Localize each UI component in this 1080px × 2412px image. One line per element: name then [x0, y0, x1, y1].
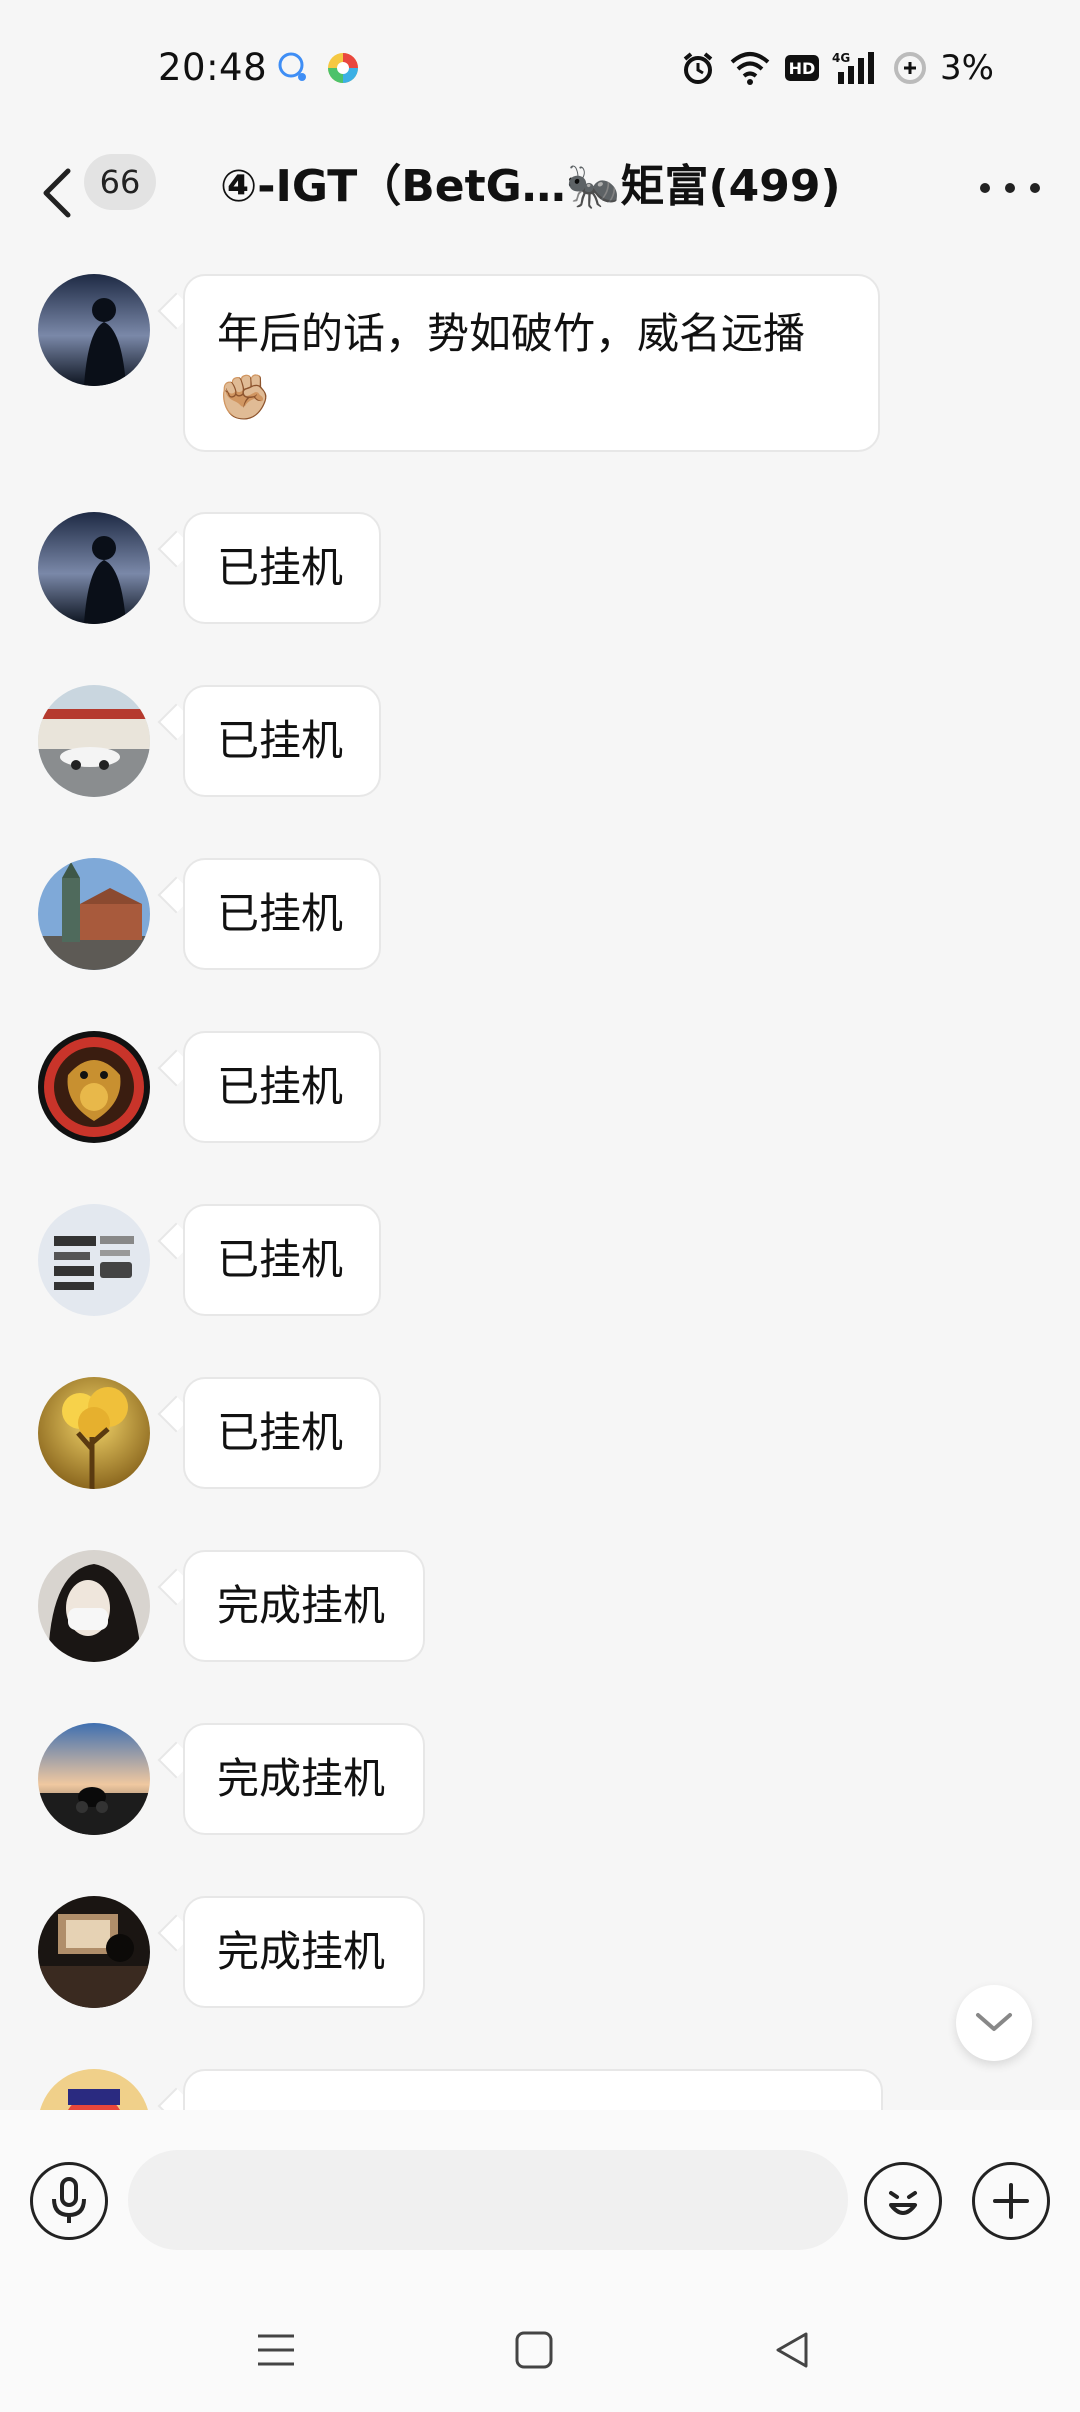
wifi-icon — [730, 52, 770, 85]
emoji-button[interactable] — [864, 2162, 942, 2240]
avatar[interactable] — [38, 2069, 150, 2110]
avatar[interactable] — [38, 1031, 150, 1143]
avatar[interactable] — [38, 1550, 150, 1662]
recent-apps-button[interactable] — [246, 2320, 306, 2380]
message-item: 已挂机 — [0, 492, 1080, 642]
menu-icon — [258, 2334, 294, 2366]
back-button[interactable] — [40, 158, 80, 228]
message-bubble[interactable]: 已挂机 — [183, 685, 381, 797]
avatar[interactable] — [38, 274, 150, 386]
svg-text:4G: 4G — [832, 51, 850, 65]
message-item: 已挂机 — [0, 1357, 1080, 1507]
alarm-icon — [683, 52, 713, 84]
message-input[interactable] — [128, 2150, 848, 2250]
chat-title[interactable]: ④-IGT（BetG…🐜矩富(499) — [220, 150, 860, 214]
avatar[interactable] — [38, 1723, 150, 1835]
triangle-back-icon — [776, 2332, 808, 2368]
avatar[interactable] — [38, 1377, 150, 1489]
status-time: 20:48 — [158, 46, 268, 89]
message-bubble[interactable]: 完成挂机 — [183, 1550, 425, 1662]
home-button[interactable] — [504, 2320, 564, 2380]
hd-icon: HD — [785, 55, 820, 81]
avatar[interactable] — [38, 512, 150, 624]
more-options-button[interactable] — [980, 168, 1040, 208]
svg-text:HD: HD — [789, 59, 816, 78]
voice-input-button[interactable] — [30, 2162, 108, 2240]
chevron-left-icon — [43, 168, 71, 218]
battery-icon — [894, 52, 927, 84]
message-item: 年后的话，势如破竹，威名远播 ✊🏼 — [0, 254, 1080, 474]
message-bubble[interactable]: 完成挂机 — [183, 1723, 425, 1835]
chat-header: 66 ④-IGT（BetG…🐜矩富(499) — [0, 138, 1080, 254]
message-bubble[interactable]: 完成挂机 — [183, 1896, 425, 2008]
message-bubble[interactable]: 已挂机 — [183, 1204, 381, 1316]
message-bubble[interactable]: 已挂机 — [183, 512, 381, 624]
battery-percent: 3% — [940, 48, 994, 88]
more-dot-icon — [1005, 183, 1015, 193]
chat-app-icon — [278, 52, 306, 81]
scroll-to-bottom-button[interactable] — [956, 1985, 1032, 2061]
chevron-down-icon — [976, 2013, 1012, 2031]
message-item: 已挂机 — [0, 838, 1080, 988]
status-right: HD 4G 3% — [680, 48, 994, 88]
message-item — [0, 2049, 1080, 2110]
message-item: 完成挂机 — [0, 1703, 1080, 1853]
unread-count-badge[interactable]: 66 — [84, 154, 156, 210]
microphone-icon — [52, 2177, 86, 2223]
message-item: 完成挂机 — [0, 1530, 1080, 1680]
more-dot-icon — [1030, 183, 1040, 193]
status-bar: 20:48 HD 4G 3% — [0, 0, 1080, 138]
avatar[interactable] — [38, 1204, 150, 1316]
message-item: 已挂机 — [0, 1011, 1080, 1161]
smiley-icon — [889, 2191, 917, 2215]
message-bubble[interactable]: 已挂机 — [183, 1377, 381, 1489]
message-bubble[interactable] — [183, 2069, 883, 2110]
back-nav-button[interactable] — [762, 2320, 822, 2380]
square-icon — [515, 2331, 553, 2369]
message-item: 已挂机 — [0, 1184, 1080, 1334]
system-nav-bar — [0, 2290, 1080, 2412]
more-dot-icon — [980, 183, 990, 193]
plus-icon — [993, 2183, 1029, 2219]
message-item: 完成挂机 — [0, 1876, 1080, 2026]
message-bubble[interactable]: 年后的话，势如破竹，威名远播 ✊🏼 — [183, 274, 880, 452]
avatar[interactable] — [38, 1896, 150, 2008]
message-item: 已挂机 — [0, 665, 1080, 815]
message-bubble[interactable]: 已挂机 — [183, 1031, 381, 1143]
input-bar — [0, 2110, 1080, 2290]
status-app-icons — [275, 50, 361, 86]
colorful-app-icon — [328, 53, 358, 83]
message-text: 年后的话，势如破竹，威名远播 — [217, 309, 806, 358]
raised-fist-emoji: ✊🏼 — [217, 372, 272, 423]
message-list[interactable]: 年后的话，势如破竹，威名远播 ✊🏼 已挂机 已挂机 已挂机 已挂机 已挂机 已挂… — [0, 254, 1080, 2110]
message-bubble[interactable]: 已挂机 — [183, 858, 381, 970]
avatar[interactable] — [38, 858, 150, 970]
4g-signal-icon: 4G — [832, 51, 875, 84]
avatar[interactable] — [38, 685, 150, 797]
more-actions-button[interactable] — [972, 2162, 1050, 2240]
